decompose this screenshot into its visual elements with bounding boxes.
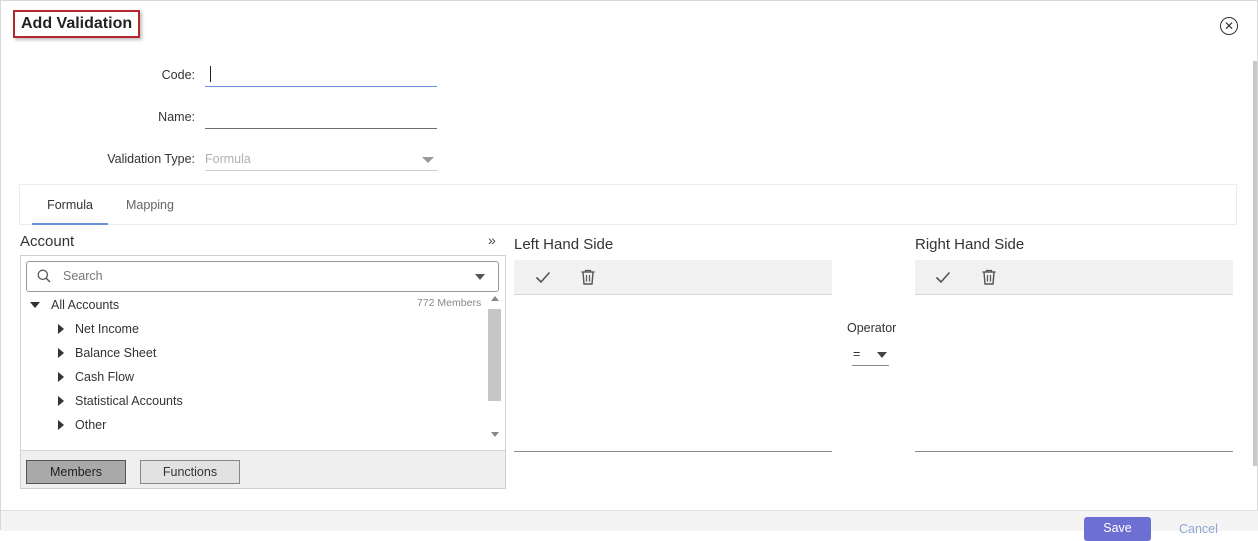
tree-item-balance-sheet[interactable]: Balance Sheet xyxy=(56,345,356,365)
left-hand-side-title: Left Hand Side xyxy=(514,236,614,253)
search-icon xyxy=(37,269,51,283)
tree-item-label: All Accounts xyxy=(51,298,120,312)
tree-scrollbar[interactable] xyxy=(487,294,503,442)
left-side-underline xyxy=(514,451,832,452)
members-button[interactable]: Members xyxy=(26,460,126,484)
operator-label: Operator xyxy=(847,321,897,335)
check-icon[interactable] xyxy=(534,268,552,286)
right-side-toolbar xyxy=(915,260,1233,295)
caret-right-icon[interactable] xyxy=(58,420,64,430)
chevron-down-icon xyxy=(422,157,434,163)
scroll-thumb[interactable] xyxy=(488,309,501,401)
trash-icon[interactable] xyxy=(980,268,998,286)
tree-item-label: Cash Flow xyxy=(75,370,135,384)
right-side-underline xyxy=(915,451,1233,452)
caret-right-icon[interactable] xyxy=(58,324,64,334)
tree-item-statistical-accounts[interactable]: Statistical Accounts xyxy=(56,393,356,413)
left-side-toolbar xyxy=(514,260,832,295)
validation-type-row: Validation Type: Formula xyxy=(1,147,1258,177)
tab-formula[interactable]: Formula xyxy=(32,185,108,225)
scroll-up-icon[interactable] xyxy=(491,296,499,301)
caret-down-icon[interactable] xyxy=(30,302,40,308)
right-hand-side-title: Right Hand Side xyxy=(915,236,1025,253)
name-row: Name: xyxy=(1,105,1258,135)
close-circle-icon[interactable]: ✕ xyxy=(1220,17,1238,35)
trash-icon[interactable] xyxy=(579,268,597,286)
code-field[interactable] xyxy=(205,63,437,87)
save-button[interactable]: Save xyxy=(1084,517,1151,541)
members-count: 772 Members xyxy=(417,297,482,309)
scroll-down-icon[interactable] xyxy=(491,432,499,437)
tab-mapping[interactable]: Mapping xyxy=(115,185,185,225)
validation-type-select[interactable]: Formula xyxy=(205,147,438,171)
search-input[interactable] xyxy=(61,268,441,284)
tab-bar: Formula Mapping xyxy=(19,184,1237,225)
caret-right-icon[interactable] xyxy=(58,372,64,382)
tree-item-label: Net Income xyxy=(75,322,139,336)
chevron-down-icon[interactable] xyxy=(475,274,485,280)
dialog-footer xyxy=(1,510,1258,531)
code-row: Code: xyxy=(1,63,1258,93)
add-validation-dialog: Add Validation ✕ Code: Name: Validation … xyxy=(0,0,1258,541)
name-label: Name: xyxy=(158,110,195,124)
tree-item-cash-flow[interactable]: Cash Flow xyxy=(56,369,356,389)
text-caret xyxy=(210,66,211,82)
validation-type-label: Validation Type: xyxy=(107,152,195,166)
chevron-down-icon xyxy=(877,352,887,358)
code-label: Code: xyxy=(161,68,195,82)
operator-select[interactable]: = xyxy=(852,344,889,366)
tree-footer: Members Functions xyxy=(21,450,505,488)
dialog-title: Add Validation xyxy=(13,10,141,38)
double-chevron-right-icon[interactable]: » xyxy=(488,232,496,248)
tree-item-all-accounts[interactable]: All Accounts xyxy=(30,297,430,317)
operator-value: = xyxy=(853,347,861,361)
cancel-button[interactable]: Cancel xyxy=(1179,522,1218,536)
account-panel-title: Account xyxy=(20,233,75,250)
check-icon[interactable] xyxy=(934,268,952,286)
functions-button[interactable]: Functions xyxy=(140,460,240,484)
tree-item-net-income[interactable]: Net Income xyxy=(56,321,356,341)
tree-item-label: Other xyxy=(75,418,107,432)
name-field[interactable] xyxy=(205,105,437,129)
caret-right-icon[interactable] xyxy=(58,348,64,358)
tree-item-label: Balance Sheet xyxy=(75,346,157,360)
caret-right-icon[interactable] xyxy=(58,396,64,406)
tree-item-label: Statistical Accounts xyxy=(75,394,183,408)
account-tree-panel: All Accounts 772 Members Net Income Bala… xyxy=(20,255,506,489)
validation-type-value: Formula xyxy=(205,152,251,166)
tree-item-other[interactable]: Other xyxy=(56,417,356,437)
account-search[interactable] xyxy=(26,261,499,292)
